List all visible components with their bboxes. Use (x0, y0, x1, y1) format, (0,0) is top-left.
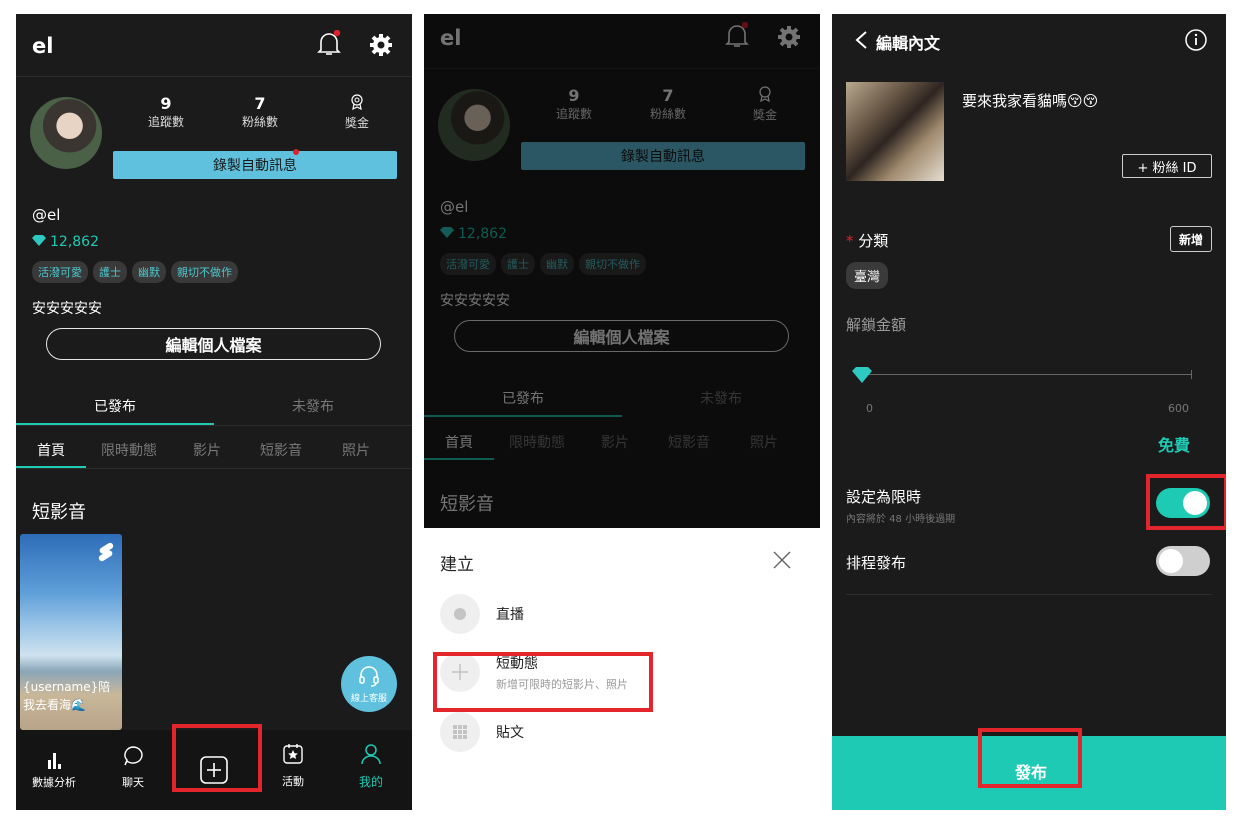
price-slider-track[interactable] (862, 374, 1192, 375)
sheet-title: 建立 (440, 555, 474, 575)
tag: 護士 (93, 261, 127, 283)
sub-tab-home[interactable]: 首頁 (16, 440, 86, 460)
edit-post-screen: 編輯內文 要來我家看貓嗎😚😚 + 粉絲 ID * 分類 新增 臺灣 解鎖金額 0… (832, 14, 1226, 810)
user-handle: @el (32, 206, 61, 224)
divider (846, 594, 1212, 595)
close-icon[interactable] (772, 550, 792, 570)
option-post[interactable]: 貼文 (440, 712, 524, 752)
nav-analytics[interactable]: 數據分析 (26, 742, 82, 790)
tag: 活潑可愛 (32, 261, 88, 283)
tag: 幽默 (132, 261, 166, 283)
medal-icon (332, 94, 382, 114)
nav-events[interactable]: 活動 (268, 738, 318, 789)
category-label: * 分類 (846, 232, 889, 250)
tab-published[interactable]: 已發布 (16, 396, 214, 416)
schedule-label: 排程發布 (846, 554, 907, 572)
bio-text: 安安安安安 (32, 301, 102, 317)
modal-backdrop[interactable] (424, 14, 820, 528)
stat-bonus[interactable]: 獎金 (332, 94, 382, 131)
card-caption: {username}陪我去看海🌊 (23, 680, 111, 712)
bar-chart-icon (26, 742, 82, 770)
profile-screen: el 9 追蹤數 7 粉絲數 獎金 錄製自動訊息 @el 12,862 活潑可愛… (16, 14, 412, 810)
create-bottom-sheet: 建立 直播 短動態 新增可限時的短影片、照片 貼文 (424, 528, 820, 810)
option-live[interactable]: 直播 (440, 594, 524, 634)
sub-tab-videos[interactable]: 影片 (172, 440, 242, 460)
highlight-box (1146, 474, 1226, 530)
person-icon (346, 738, 396, 770)
slider-min: 0 (866, 402, 873, 415)
back-chevron-icon[interactable] (854, 30, 868, 50)
schedule-toggle[interactable] (1156, 546, 1210, 576)
shorts-icon (98, 542, 114, 566)
tab-unpublished[interactable]: 未發布 (214, 396, 412, 416)
edit-profile-button[interactable]: 編輯個人檔案 (46, 328, 381, 360)
limited-time-desc: 內容將於 48 小時後過期 (846, 514, 956, 525)
add-category-button[interactable]: 新增 (1170, 226, 1212, 252)
section-title: 短影音 (32, 502, 86, 523)
post-caption[interactable]: 要來我家看貓嗎😚😚 (962, 90, 1098, 111)
chat-bubble-icon (108, 742, 158, 770)
sub-tab-photos[interactable]: 照片 (320, 440, 392, 460)
page-title: 編輯內文 (876, 34, 941, 53)
stat-following[interactable]: 9 追蹤數 (136, 94, 196, 130)
avatar[interactable] (30, 97, 102, 169)
headset-icon (357, 665, 381, 691)
notification-dot (293, 149, 299, 155)
support-button[interactable]: 線上客服 (341, 656, 397, 712)
stat-followers[interactable]: 7 粉絲數 (230, 94, 290, 130)
highlight-box (172, 724, 262, 792)
price-slider-handle[interactable] (852, 367, 872, 387)
calendar-star-icon (268, 738, 318, 770)
sub-tab-bar: 首頁 限時動態 影片 短影音 照片 (16, 440, 412, 460)
grid-icon (440, 712, 480, 752)
record-dot-icon (440, 594, 480, 634)
slider-max: 600 (1168, 402, 1189, 415)
tag: 親切不做作 (171, 261, 238, 283)
info-icon[interactable] (1184, 28, 1208, 52)
diamond-balance: 12,862 (32, 234, 99, 250)
sub-tab-stories[interactable]: 限時動態 (86, 440, 172, 460)
diamond-icon (32, 234, 46, 250)
sub-tab-shorts[interactable]: 短影音 (242, 440, 320, 460)
highlight-box (433, 652, 653, 712)
add-fan-id-button[interactable]: + 粉絲 ID (1122, 154, 1212, 178)
unlock-amount-label: 解鎖金額 (846, 316, 907, 334)
slider-end-tick (1191, 370, 1192, 379)
post-thumbnail[interactable] (846, 82, 944, 181)
create-sheet-screen: el 9 追蹤數 7 粉絲數 獎金 錄製自動訊息 @el 12,862 活潑可愛… (424, 14, 820, 810)
nav-chat[interactable]: 聊天 (108, 742, 158, 790)
gear-icon[interactable] (370, 34, 392, 56)
category-chip[interactable]: 臺灣 (846, 262, 889, 289)
bell-icon[interactable] (316, 29, 342, 58)
price-value: 免費 (1158, 436, 1191, 455)
tag-list: 活潑可愛護士幽默親切不做作 (32, 261, 243, 283)
nav-me[interactable]: 我的 (346, 738, 396, 790)
short-video-card[interactable]: {username}陪我去看海🌊 (20, 534, 122, 730)
record-auto-message-button[interactable]: 錄製自動訊息 (113, 151, 397, 179)
app-logo: el (32, 34, 54, 58)
limited-time-label: 設定為限時 (846, 488, 922, 506)
publish-button[interactable]: 發布 (984, 742, 1078, 800)
